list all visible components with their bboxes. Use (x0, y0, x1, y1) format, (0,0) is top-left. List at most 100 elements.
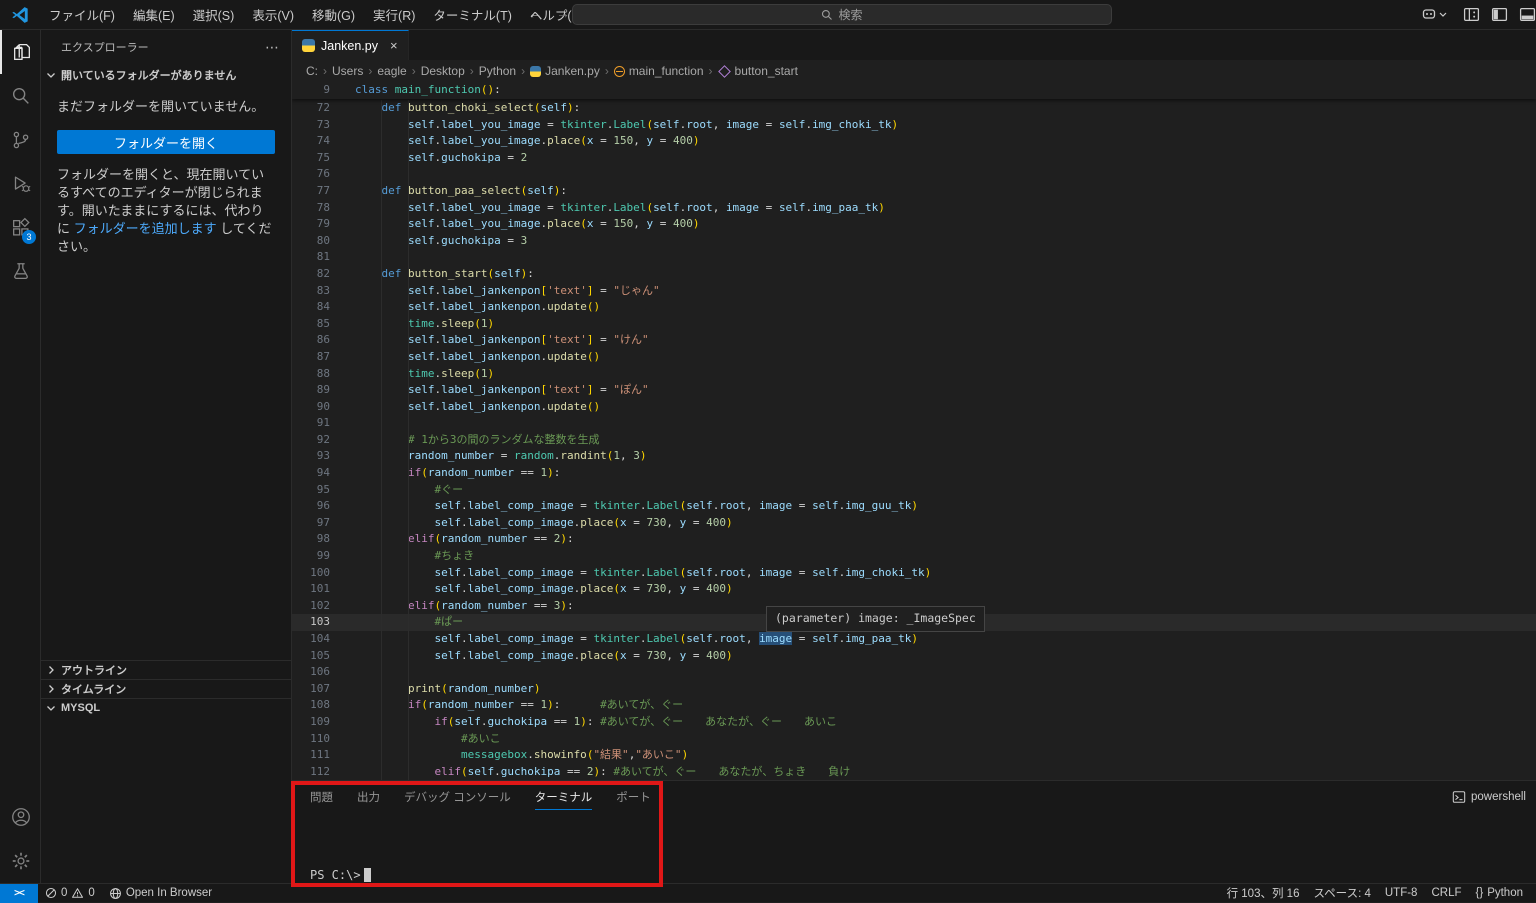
code-line-108[interactable]: 108 if(random_number == 1): #あいてが、ぐー (292, 697, 1536, 714)
breadcrumb-item[interactable]: button_start (718, 64, 798, 78)
code-line-109[interactable]: 109 if(self.guchokipa == 1): #あいてが、ぐー あな… (292, 714, 1536, 731)
command-center-search[interactable]: 検索 (572, 4, 1112, 25)
code-line-82[interactable]: 82 def button_start(self): (292, 266, 1536, 283)
menu-item[interactable]: 移動(G) (303, 1, 364, 28)
cursor-position[interactable]: 行 103、列 16 (1220, 884, 1307, 903)
section-outline[interactable]: アウトライン (41, 660, 292, 679)
toggle-sidebar-icon[interactable] (1491, 6, 1508, 23)
tab-janken-py[interactable]: Janken.py × (292, 30, 409, 60)
breadcrumb-item[interactable]: Python (479, 64, 516, 78)
code-line-99[interactable]: 99 #ちょき (292, 548, 1536, 565)
code-line-94[interactable]: 94 if(random_number == 1): (292, 465, 1536, 482)
code-line-93[interactable]: 93 random_number = random.randint(1, 3) (292, 448, 1536, 465)
code-line-77[interactable]: 77 def button_paa_select(self): (292, 183, 1536, 200)
code-line-72[interactable]: 72 def button_choki_select(self): (292, 100, 1536, 117)
code-line-86[interactable]: 86 self.label_jankenpon['text'] = "けん" (292, 332, 1536, 349)
indent-guide (408, 100, 409, 780)
menu-item[interactable]: 表示(V) (243, 1, 303, 28)
remote-indicator[interactable]: >< (0, 884, 38, 903)
toggle-panel-icon[interactable] (1519, 6, 1536, 23)
code-line-80[interactable]: 80 self.guchokipa = 3 (292, 233, 1536, 250)
problems-status[interactable]: 0 0 (38, 884, 102, 903)
code-line-100[interactable]: 100 self.label_comp_image = tkinter.Labe… (292, 565, 1536, 582)
code-line-92[interactable]: 92 # 1から3の間のランダムな整数を生成 (292, 432, 1536, 449)
sidebar-item-search[interactable] (0, 74, 41, 118)
close-tab-icon[interactable]: × (390, 38, 398, 53)
code-line-97[interactable]: 97 self.label_comp_image.place(x = 730, … (292, 515, 1536, 532)
open-folder-button[interactable]: フォルダーを開く (57, 130, 275, 154)
code-line-96[interactable]: 96 self.label_comp_image = tkinter.Label… (292, 498, 1536, 515)
code-line-87[interactable]: 87 self.label_jankenpon.update() (292, 349, 1536, 366)
code-line-98[interactable]: 98 elif(random_number == 2): (292, 531, 1536, 548)
panel-tab-ターミナル[interactable]: ターミナル (535, 789, 593, 810)
eol-sequence[interactable]: CRLF (1424, 884, 1468, 903)
code-line-74[interactable]: 74 self.label_you_image.place(x = 150, y… (292, 133, 1536, 150)
section-mysql[interactable]: MYSQL (41, 698, 292, 717)
terminal-prompt[interactable]: PS C:\> (310, 868, 371, 882)
accounts-button[interactable] (0, 795, 41, 839)
menu-item[interactable]: ターミナル(T) (424, 1, 520, 28)
code-line-91[interactable]: 91 (292, 415, 1536, 432)
sidebar-item-source-control[interactable] (0, 118, 41, 162)
terminal-shell-label[interactable]: powershell (1452, 790, 1526, 804)
code-line-88[interactable]: 88 time.sleep(1) (292, 366, 1536, 383)
warning-icon (71, 887, 84, 899)
code-line-95[interactable]: 95 #ぐー (292, 482, 1536, 499)
menu-item[interactable]: 編集(E) (124, 1, 184, 28)
breadcrumb: C:›Users›eagle›Desktop›Python›Janken.py›… (292, 60, 1536, 82)
sticky-scroll-line[interactable]: 9class main_function(): (292, 82, 1536, 99)
code-line-84[interactable]: 84 self.label_jankenpon.update() (292, 299, 1536, 316)
section-timeline[interactable]: タイムライン (41, 679, 292, 698)
panel-tab-問題[interactable]: 問題 (310, 789, 333, 810)
menu-item[interactable]: ファイル(F) (40, 1, 124, 28)
add-folder-link[interactable]: フォルダーを追加します (74, 221, 217, 236)
code-editor[interactable]: 9class main_function(): 72 def button_ch… (292, 82, 1536, 780)
code-line-83[interactable]: 83 self.label_jankenpon['text'] = "じゃん" (292, 283, 1536, 300)
sidebar-item-run-debug[interactable] (0, 162, 41, 206)
breadcrumb-item[interactable]: Users (332, 64, 363, 78)
code-line-106[interactable]: 106 (292, 664, 1536, 681)
encoding[interactable]: UTF-8 (1378, 884, 1425, 903)
customize-layout-icon[interactable] (1463, 6, 1480, 23)
open-in-browser-button[interactable]: Open In Browser (102, 884, 219, 903)
language-mode[interactable]: {}Python (1469, 884, 1531, 903)
more-actions-icon[interactable]: ⋯ (265, 39, 279, 56)
panel-tab-出力[interactable]: 出力 (357, 789, 380, 810)
breadcrumb-item[interactable]: eagle (377, 64, 406, 78)
breadcrumb-item[interactable]: Desktop (421, 64, 465, 78)
code-line-105[interactable]: 105 self.label_comp_image.place(x = 730,… (292, 648, 1536, 665)
settings-button[interactable] (0, 839, 41, 883)
menu-item[interactable]: 選択(S) (184, 1, 244, 28)
code-line-76[interactable]: 76 (292, 166, 1536, 183)
copilot-menu[interactable] (1421, 6, 1447, 22)
code-line-73[interactable]: 73 self.label_you_image = tkinter.Label(… (292, 117, 1536, 134)
panel-tab-ポート[interactable]: ポート (616, 789, 651, 810)
breadcrumb-item[interactable]: C: (306, 64, 318, 78)
breadcrumb-item[interactable]: main_function (614, 64, 704, 78)
sidebar-item-explorer[interactable] (0, 30, 41, 74)
code-line-90[interactable]: 90 self.label_jankenpon.update() (292, 399, 1536, 416)
code-line-79[interactable]: 79 self.label_you_image.place(x = 150, y… (292, 216, 1536, 233)
code-line-110[interactable]: 110 #あいこ (292, 731, 1536, 748)
code-line-112[interactable]: 112 elif(self.guchokipa == 2): #あいてが、ぐー … (292, 764, 1536, 780)
code-line-75[interactable]: 75 self.guchokipa = 2 (292, 150, 1536, 167)
code-line-81[interactable]: 81 (292, 249, 1536, 266)
code-line-111[interactable]: 111 messagebox.showinfo("結果","あいこ") (292, 747, 1536, 764)
indentation[interactable]: スペース: 4 (1306, 884, 1377, 903)
code-line-89[interactable]: 89 self.label_jankenpon['text'] = "ぽん" (292, 382, 1536, 399)
code-line-101[interactable]: 101 self.label_comp_image.place(x = 730,… (292, 581, 1536, 598)
sidebar-item-testing[interactable] (0, 250, 41, 294)
menu-item[interactable]: 実行(R) (364, 1, 424, 28)
breadcrumb-item[interactable]: Janken.py (530, 64, 600, 78)
code-line-78[interactable]: 78 self.label_you_image = tkinter.Label(… (292, 200, 1536, 217)
chevron-right-icon: › (709, 64, 713, 78)
chevron-down-icon (1439, 10, 1447, 18)
code-line-85[interactable]: 85 time.sleep(1) (292, 316, 1536, 333)
back-arrow-icon[interactable]: ← (528, 5, 542, 21)
panel-tab-デバッグ コンソール[interactable]: デバッグ コンソール (404, 789, 511, 810)
forward-arrow-icon[interactable]: → (556, 5, 570, 21)
sidebar-item-extensions[interactable]: 3 (0, 206, 41, 250)
code-line-107[interactable]: 107 print(random_number) (292, 681, 1536, 698)
code-line-104[interactable]: 104 self.label_comp_image = tkinter.Labe… (292, 631, 1536, 648)
no-folder-section-header[interactable]: 開いているフォルダーがありません (41, 64, 291, 86)
